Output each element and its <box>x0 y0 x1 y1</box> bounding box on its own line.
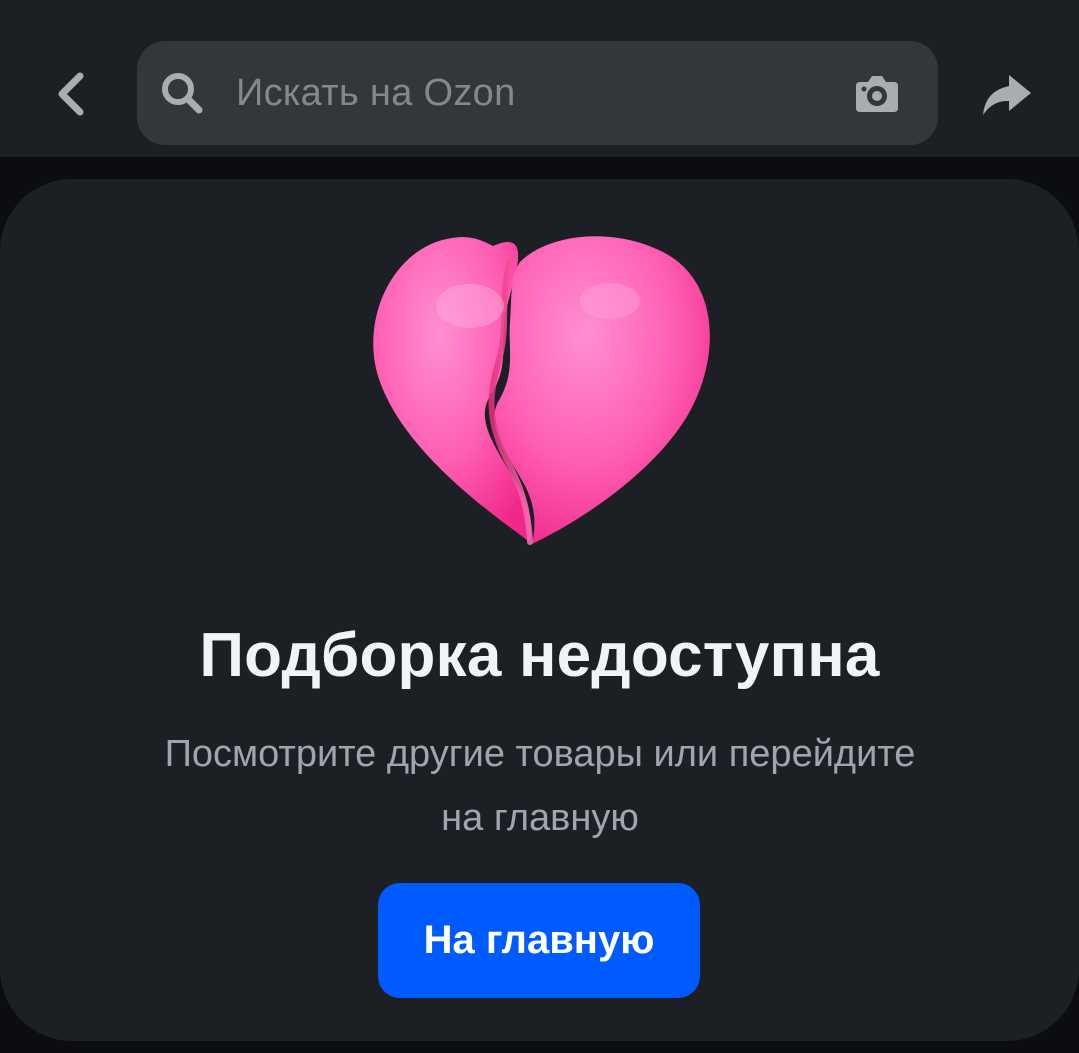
go-home-button[interactable]: На главную <box>378 883 700 998</box>
subtitle-line-1: Посмотрите другие товары или перейдите <box>164 733 916 775</box>
search-icon <box>162 73 203 114</box>
back-button[interactable] <box>40 58 104 130</box>
empty-state-title: Подборка недоступна <box>199 621 880 690</box>
subtitle-line-2: на главную <box>441 797 639 839</box>
empty-state-subtitle: Посмотрите другие товары или перейдите н… <box>90 722 990 850</box>
share-button[interactable] <box>972 60 1042 130</box>
share-icon <box>983 75 1031 115</box>
broken-heart-icon <box>373 236 710 545</box>
chevron-left-icon <box>58 72 84 116</box>
search-input[interactable]: Искать на Ozon <box>236 41 516 145</box>
camera-icon[interactable] <box>854 72 900 114</box>
search-bar[interactable]: Искать на Ozon <box>137 41 938 145</box>
top-app-bar: Искать на Ozon <box>0 0 1079 157</box>
